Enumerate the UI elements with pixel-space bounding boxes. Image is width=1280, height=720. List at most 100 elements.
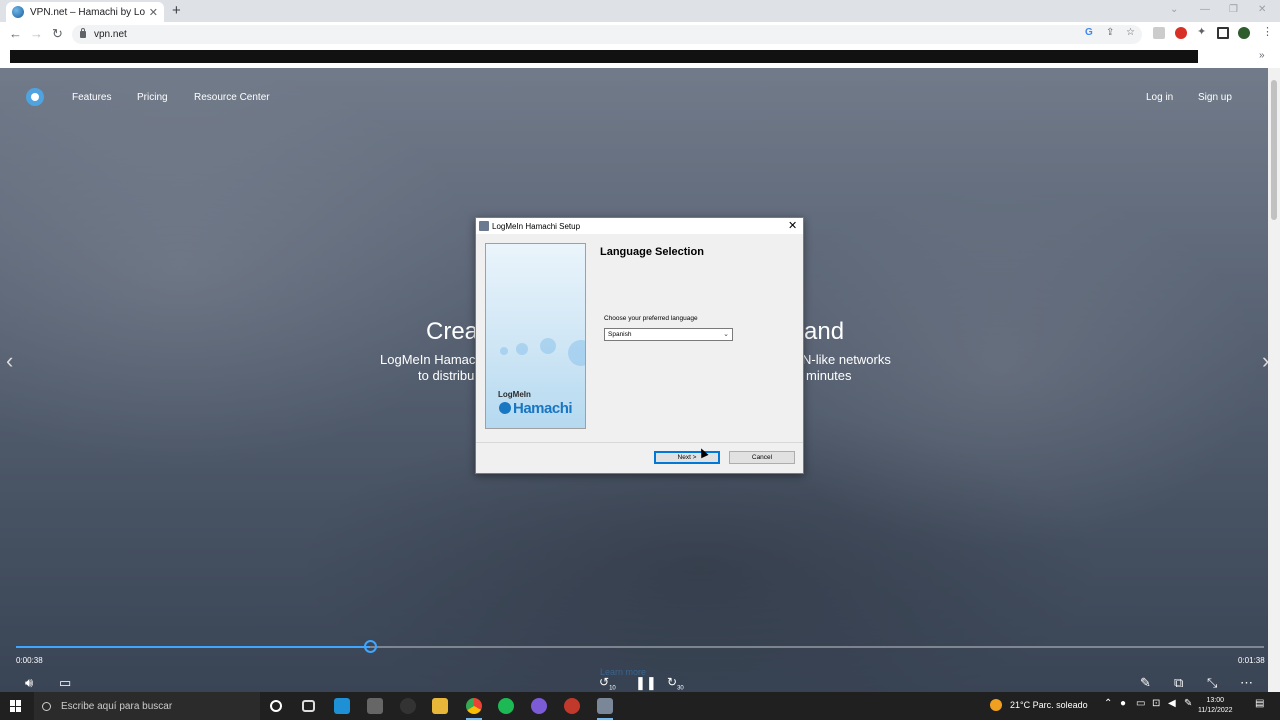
weather-widget[interactable]: 21°C Parc. soleado [990,699,1088,711]
carousel-next-icon[interactable]: › [1262,348,1268,374]
carousel-prev-icon[interactable]: ‹ [6,348,13,374]
hero-subtitle-right-1: N-like networks [802,352,891,367]
taskbar-clock[interactable]: 13:00 11/12/2022 [1198,696,1233,716]
extensions-puzzle-icon[interactable]: ✦ [1197,25,1209,38]
nav-resource-center[interactable]: Resource Center [194,92,270,103]
file-explorer-icon[interactable] [432,698,448,714]
bookmarks-more-icon[interactable]: » [1259,50,1265,61]
adblock-extension-icon[interactable] [1175,27,1187,39]
lock-icon [80,28,86,38]
page-scrollbar[interactable] [1268,68,1280,692]
search-icon [42,701,51,711]
notifications-icon[interactable]: ▤ [1255,698,1264,709]
hero-title-left: Crea [426,318,479,345]
brand-hamachi: Hamachi [499,400,573,417]
weather-sun-icon [990,699,1002,711]
window-restore-button[interactable]: ❐ [1229,4,1238,15]
window-minimize-button[interactable]: — [1200,4,1210,15]
taskbar-app-4-icon[interactable] [564,698,580,714]
address-bar[interactable]: vpn.net G ⇪ ☆ [72,25,1142,44]
site-navbar: Features Pricing Resource Center Log in … [0,68,1268,128]
tab-title: VPN.net – Hamachi by LogMeIn [30,6,145,18]
chrome-icon[interactable] [466,698,482,714]
volume-icon[interactable]: 🔊︎ [25,675,33,691]
dialog-close-button[interactable]: ✕ [788,219,797,232]
picture-in-picture-icon[interactable]: ⧉ [1174,675,1183,691]
tray-mic-icon[interactable]: ● [1120,698,1126,709]
bookmark-star-icon[interactable]: ☆ [1126,27,1135,38]
hamachi-logo-icon [499,402,511,414]
login-link[interactable]: Log in [1146,92,1173,103]
bookmarks-redacted-strip [10,50,1198,63]
site-favicon-icon [12,6,24,18]
clock-date: 11/12/2022 [1198,707,1233,714]
more-options-icon[interactable]: ⋯ [1240,675,1253,691]
hamachi-banner: LogMeIn Hamachi [485,243,586,429]
hero-subtitle-left-1: LogMeIn Hamachi [380,352,486,367]
clock-time: 13:00 [1206,697,1225,704]
taskbar-search[interactable]: Escribe aquí para buscar [34,692,260,720]
tray-network-icon[interactable]: ⊡ [1152,698,1160,709]
url-text: vpn.net [94,29,127,40]
hamachi-setup-taskbar-icon[interactable] [597,698,613,714]
nav-pricing[interactable]: Pricing [137,92,168,103]
windows-taskbar: Escribe aquí para buscar 21°C Parc. sole… [0,692,1280,720]
exit-fullscreen-icon[interactable]: ⤡ [1207,675,1217,691]
pause-icon[interactable]: ❚❚ [635,675,657,691]
video-progress-fill [16,646,371,648]
signup-link[interactable]: Sign up [1198,92,1232,103]
start-windows-icon[interactable] [10,700,22,712]
dialog-divider [476,442,803,443]
reload-icon[interactable]: ↻ [52,27,63,41]
minimize-icon[interactable]: ⌄ [1170,4,1178,15]
language-selected-value: Spanish [608,331,632,338]
back-icon[interactable]: ← [9,27,22,41]
new-tab-button[interactable]: + [172,3,181,19]
taskbar-app-3-icon[interactable] [531,698,547,714]
subtitles-icon[interactable]: ▭ [59,675,71,691]
forward-30-icon[interactable]: ↻30 [667,675,684,691]
hero-title-right: and [804,318,845,345]
task-view-icon[interactable] [302,700,315,712]
google-translate-icon[interactable]: G [1085,27,1093,38]
hero-subtitle-left-2: to distribu [418,368,475,383]
dialog-titlebar: LogMeIn Hamachi Setup ✕ [476,218,803,234]
tray-display-icon[interactable]: ▭ [1136,698,1145,709]
scrollbar-thumb[interactable] [1271,80,1277,220]
next-button[interactable]: Next > [654,451,720,464]
video-progress-bar[interactable] [16,640,1264,653]
language-select[interactable]: Spanish ⌄ [604,328,733,341]
spotify-icon[interactable] [498,698,514,714]
hero-subtitle-right-2: minutes [806,368,852,383]
chevron-down-icon: ⌄ [723,331,729,338]
extension-icon[interactable] [1153,27,1165,39]
taskbar-app-2-icon[interactable] [367,698,383,714]
taskbar-search-placeholder: Escribe aquí para buscar [61,700,173,712]
weather-condition: Parc. soleado [1032,700,1088,710]
side-panel-icon[interactable] [1217,27,1229,39]
hamachi-logo-icon[interactable] [26,88,44,106]
taskbar-app-1-icon[interactable] [334,698,350,714]
share-icon[interactable]: ⇪ [1106,27,1114,38]
browser-tab[interactable]: VPN.net – Hamachi by LogMeIn ✕ [6,2,164,22]
temperature: 21°C [1010,700,1031,710]
tray-volume-icon[interactable]: ◀ [1168,698,1176,709]
tray-chevron-up-icon[interactable]: ⌃ [1104,698,1112,709]
cortana-icon[interactable] [270,700,282,712]
obs-icon[interactable] [400,698,416,714]
bookmarks-bar: » [0,46,1280,68]
dialog-title: LogMeIn Hamachi Setup [492,221,581,231]
tray-language-icon[interactable]: ✎ [1184,698,1192,709]
window-close-button[interactable]: ✕ [1258,4,1266,15]
menu-kebab-icon[interactable]: ⋮ [1262,25,1274,38]
cancel-button[interactable]: Cancel [729,451,795,464]
setup-dialog: LogMeIn Hamachi Setup ✕ LogMeIn Hamachi … [475,217,804,474]
nav-features[interactable]: Features [72,92,111,103]
video-total-time: 0:01:38 [1238,656,1265,665]
edit-pen-icon[interactable]: ✎ [1140,675,1151,691]
profile-avatar[interactable] [1238,27,1250,39]
rewind-10-icon[interactable]: ↺10 [599,675,616,691]
installer-icon [479,221,489,231]
forward-icon[interactable]: → [30,27,43,41]
tab-close-icon[interactable]: ✕ [149,6,158,19]
